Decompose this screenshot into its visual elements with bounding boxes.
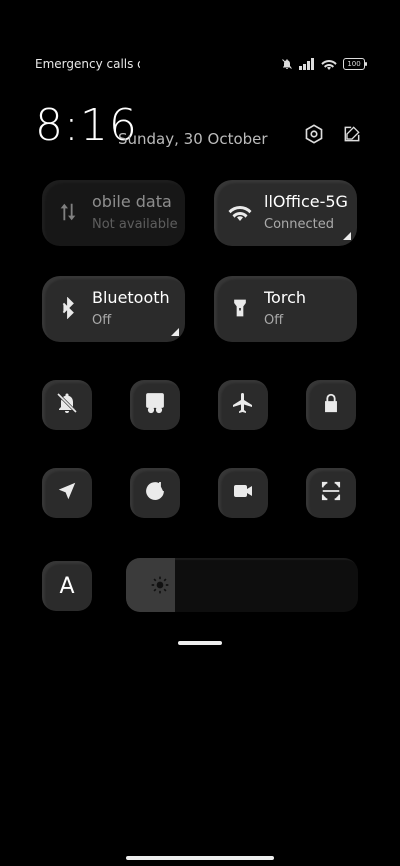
wifi-icon — [228, 200, 252, 224]
scan-frame-icon — [320, 480, 342, 506]
expand-arrow-icon — [171, 328, 179, 336]
brightness-slider[interactable] — [126, 558, 358, 612]
status-icons: 100 — [281, 55, 367, 74]
toggle-airplane[interactable] — [218, 380, 268, 430]
settings-gear-icon — [303, 123, 325, 149]
expand-arrow-icon — [343, 232, 351, 240]
brightness-sun-icon — [150, 575, 170, 595]
tile-bluetooth-status: Off — [92, 313, 112, 328]
video-camera-icon — [231, 479, 255, 507]
battery-icon: 100 — [343, 58, 367, 70]
torch-icon — [228, 296, 252, 320]
rotation-lock-icon — [143, 479, 167, 507]
tile-mobile-data-status: Not available — [92, 217, 178, 232]
toggle-location[interactable] — [42, 468, 92, 518]
home-indicator[interactable] — [126, 856, 274, 860]
mobile-data-icon — [56, 200, 80, 224]
tile-torch-title: Torch — [264, 288, 307, 307]
date-label: Sunday, 30 October — [118, 130, 268, 148]
toggle-screenshot[interactable] — [130, 380, 180, 430]
font-size-button[interactable]: A — [42, 561, 92, 611]
tile-mobile-data-title: obile data — [92, 192, 172, 211]
tile-wifi-title: llOffice-5G — [264, 192, 348, 211]
bluetooth-icon — [56, 296, 80, 320]
font-size-label: A — [59, 573, 75, 599]
toggle-rotation-lock[interactable] — [130, 468, 180, 518]
tile-torch[interactable]: Torch Off — [214, 276, 357, 342]
airplane-icon — [231, 391, 255, 419]
tile-bluetooth[interactable]: Bluetooth Off — [42, 276, 185, 342]
toggle-screen-record[interactable] — [218, 468, 268, 518]
status-bar: Emergency calls o 100 — [35, 55, 367, 74]
toggle-lock-screen[interactable] — [306, 380, 356, 430]
mute-bell-icon — [55, 391, 79, 419]
screenshot-scissors-icon — [143, 391, 167, 419]
carrier-status-text: Emergency calls o — [35, 57, 140, 71]
location-arrow-icon — [56, 480, 78, 506]
settings-button[interactable] — [303, 123, 325, 149]
panel-drag-handle[interactable] — [178, 641, 222, 645]
tile-torch-status: Off — [264, 313, 284, 328]
lock-icon — [320, 392, 342, 418]
toggle-mute[interactable] — [42, 380, 92, 430]
tile-wifi[interactable]: llOffice-5G Connected — [214, 180, 357, 246]
tile-bluetooth-title: Bluetooth — [92, 288, 170, 307]
tile-mobile-data[interactable]: obile data Not available — [42, 180, 185, 246]
mute-icon — [281, 55, 293, 74]
signal-icon — [299, 55, 315, 74]
tile-wifi-status: Connected — [264, 217, 335, 232]
toggle-scanner[interactable] — [306, 468, 356, 518]
edit-icon — [342, 124, 362, 148]
edit-button[interactable] — [341, 125, 363, 147]
wifi-status-icon — [321, 55, 337, 74]
